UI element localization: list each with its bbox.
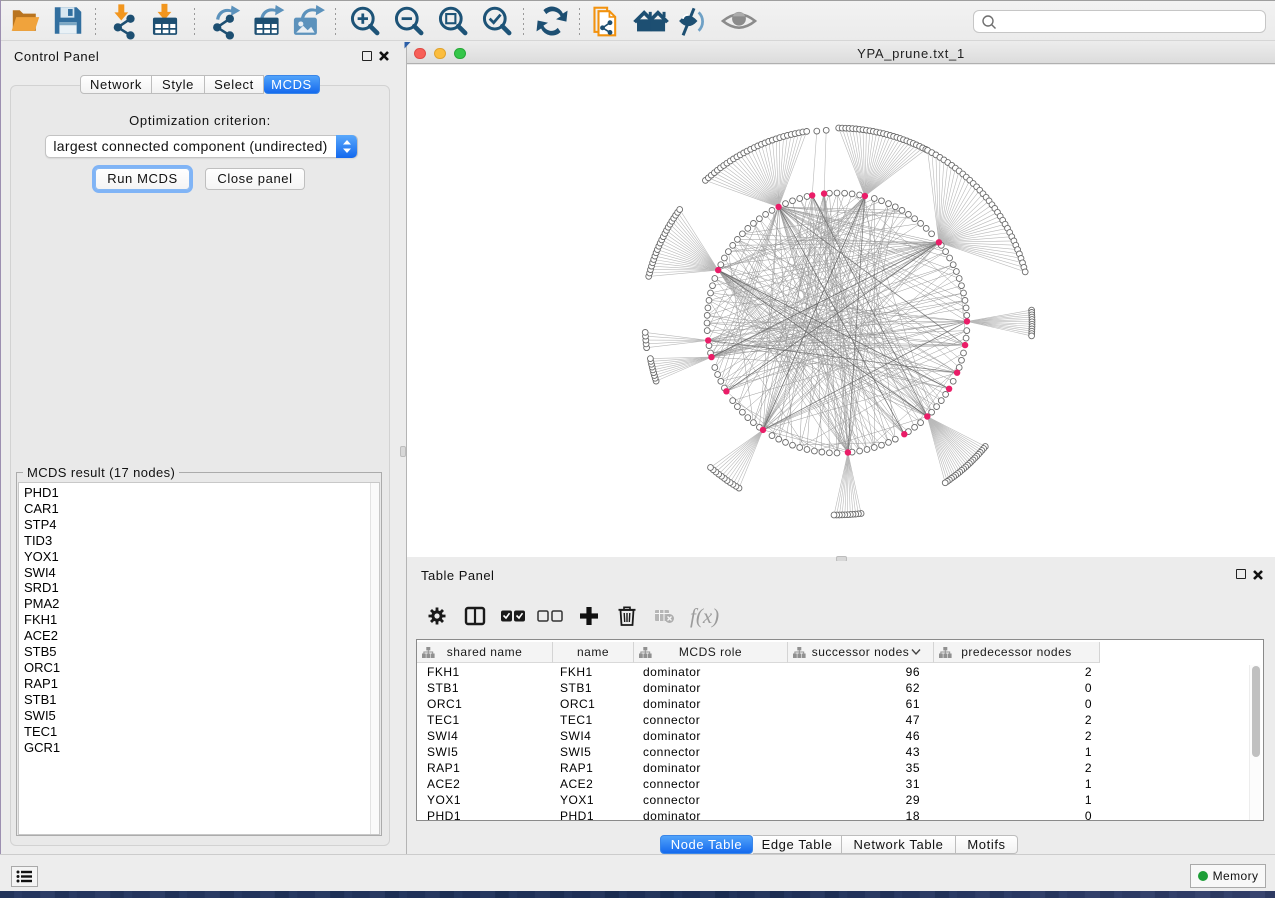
svg-text:f(x): f(x): [690, 604, 719, 628]
